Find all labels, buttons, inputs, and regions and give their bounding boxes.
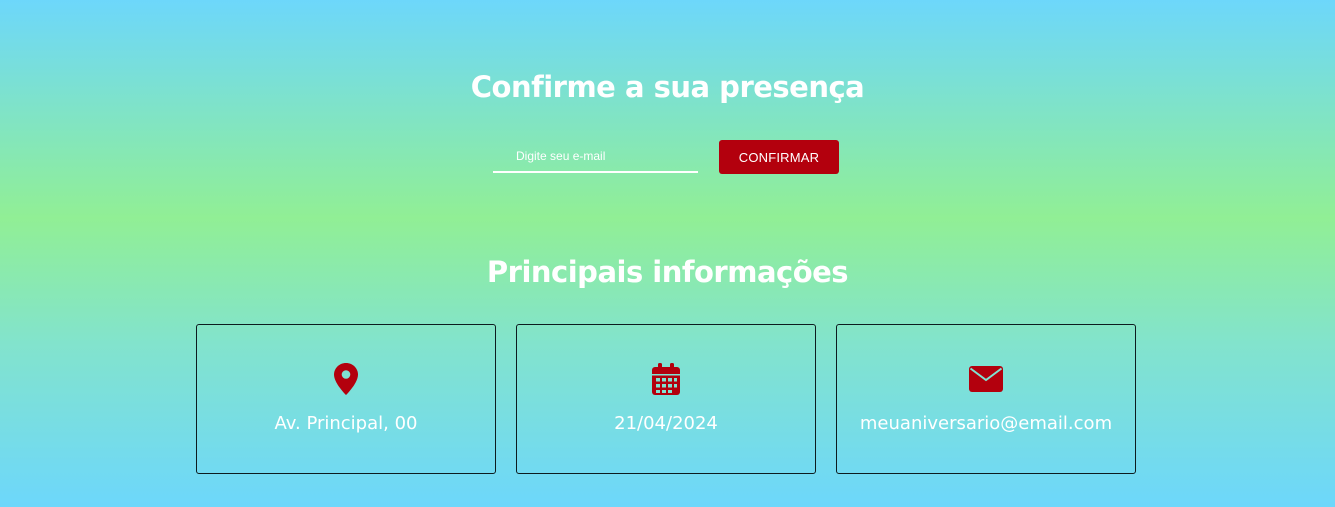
rsvp-title: Confirme a sua presença <box>470 70 865 104</box>
envelope-icon <box>837 362 1135 396</box>
confirm-button[interactable]: CONFIRMAR <box>719 140 839 174</box>
info-card-location: Av. Principal, 00 <box>196 324 496 474</box>
info-cards: Av. Principal, 00 21/04/2024 meuaniversa… <box>196 324 1136 474</box>
email-text: meuaniversario@email.com <box>859 413 1113 434</box>
page: Confirme a sua presença CONFIRMAR Princi… <box>0 0 1335 507</box>
calendar-icon <box>517 362 815 396</box>
info-title: Principais informações <box>486 255 849 289</box>
info-card-email: meuaniversario@email.com <box>836 324 1136 474</box>
location-text: Av. Principal, 00 <box>274 413 418 434</box>
map-pin-icon <box>197 362 495 396</box>
email-input[interactable] <box>493 140 698 173</box>
rsvp-form: CONFIRMAR <box>493 140 839 174</box>
date-text: 21/04/2024 <box>614 413 718 434</box>
info-card-date: 21/04/2024 <box>516 324 816 474</box>
